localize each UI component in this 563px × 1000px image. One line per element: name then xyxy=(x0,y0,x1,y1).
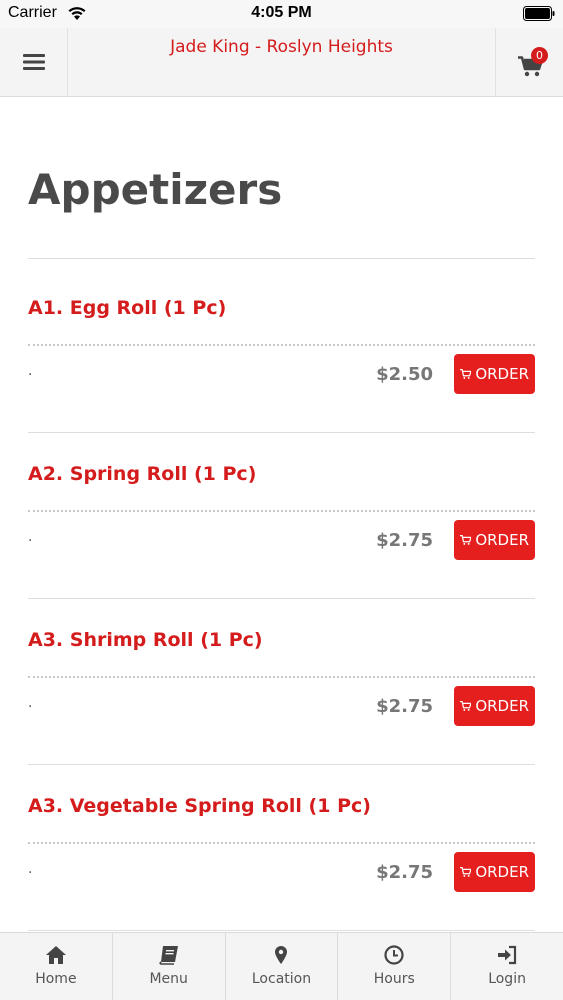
clock-icon xyxy=(384,945,404,965)
nav-label: Menu xyxy=(149,971,188,987)
menu-item: A3. Shrimp Roll (1 Pc) . $2.75 ORDER xyxy=(28,599,535,765)
nav-location[interactable]: Location xyxy=(226,933,339,1000)
item-description: . xyxy=(28,861,33,877)
item-description: . xyxy=(28,529,33,545)
title-divider xyxy=(28,258,535,259)
order-button[interactable]: ORDER xyxy=(454,852,535,892)
cart-icon xyxy=(460,701,472,711)
order-button[interactable]: ORDER xyxy=(454,520,535,560)
cart-button[interactable]: 0 xyxy=(495,28,563,96)
item-name[interactable]: A3. Shrimp Roll (1 Pc) xyxy=(28,629,263,651)
order-label: ORDER xyxy=(475,531,529,549)
menu-item: A1. Egg Roll (1 Pc) . $2.50 ORDER xyxy=(28,267,535,433)
book-icon xyxy=(159,946,178,965)
item-price: $2.75 xyxy=(376,696,433,717)
dotted-divider xyxy=(28,842,535,844)
nav-label: Hours xyxy=(373,971,415,987)
dotted-divider xyxy=(28,676,535,678)
hamburger-icon xyxy=(22,54,45,70)
nav-hours[interactable]: Hours xyxy=(338,933,452,1000)
order-label: ORDER xyxy=(475,863,529,881)
cart-icon xyxy=(460,369,472,379)
battery-icon xyxy=(523,6,555,21)
app-header: Jade King - Roslyn Heights 0 xyxy=(0,28,563,97)
dotted-divider xyxy=(28,344,535,346)
item-price: $2.50 xyxy=(376,364,433,385)
home-icon xyxy=(45,946,66,964)
item-description: . xyxy=(28,695,33,711)
restaurant-title: Jade King - Roslyn Heights xyxy=(170,37,393,57)
nav-login[interactable]: Login xyxy=(451,933,563,1000)
nav-label: Login xyxy=(488,971,526,987)
cart-icon xyxy=(460,867,472,877)
map-pin-icon xyxy=(275,946,288,964)
nav-home[interactable]: Home xyxy=(0,933,113,1000)
login-icon xyxy=(498,945,517,965)
menu-toggle-button[interactable] xyxy=(0,28,68,96)
item-price: $2.75 xyxy=(376,530,433,551)
page-title: Appetizers xyxy=(28,165,283,214)
order-label: ORDER xyxy=(475,697,529,715)
order-button[interactable]: ORDER xyxy=(454,354,535,394)
item-name[interactable]: A1. Egg Roll (1 Pc) xyxy=(28,297,226,319)
nav-label: Location xyxy=(251,971,312,987)
item-description: . xyxy=(28,363,33,379)
status-bar: Carrier 4:05 PM xyxy=(0,0,563,28)
cart-count-badge: 0 xyxy=(531,47,548,64)
item-name[interactable]: A2. Spring Roll (1 Pc) xyxy=(28,463,256,485)
item-price: $2.75 xyxy=(376,862,433,883)
cart-icon xyxy=(460,535,472,545)
menu-item: A2. Spring Roll (1 Pc) . $2.75 ORDER xyxy=(28,433,535,599)
nav-menu[interactable]: Menu xyxy=(113,933,226,1000)
dotted-divider xyxy=(28,510,535,512)
menu-item: A3. Vegetable Spring Roll (1 Pc) . $2.75… xyxy=(28,765,535,931)
order-label: ORDER xyxy=(475,365,529,383)
menu-content: Appetizers A1. Egg Roll (1 Pc) . $2.50 O… xyxy=(28,97,535,931)
clock-time: 4:05 PM xyxy=(251,4,312,21)
nav-label: Home xyxy=(35,971,77,987)
bottom-nav: Home Menu Location Hours Login xyxy=(0,932,563,1000)
item-name[interactable]: A3. Vegetable Spring Roll (1 Pc) xyxy=(28,795,371,817)
order-button[interactable]: ORDER xyxy=(454,686,535,726)
